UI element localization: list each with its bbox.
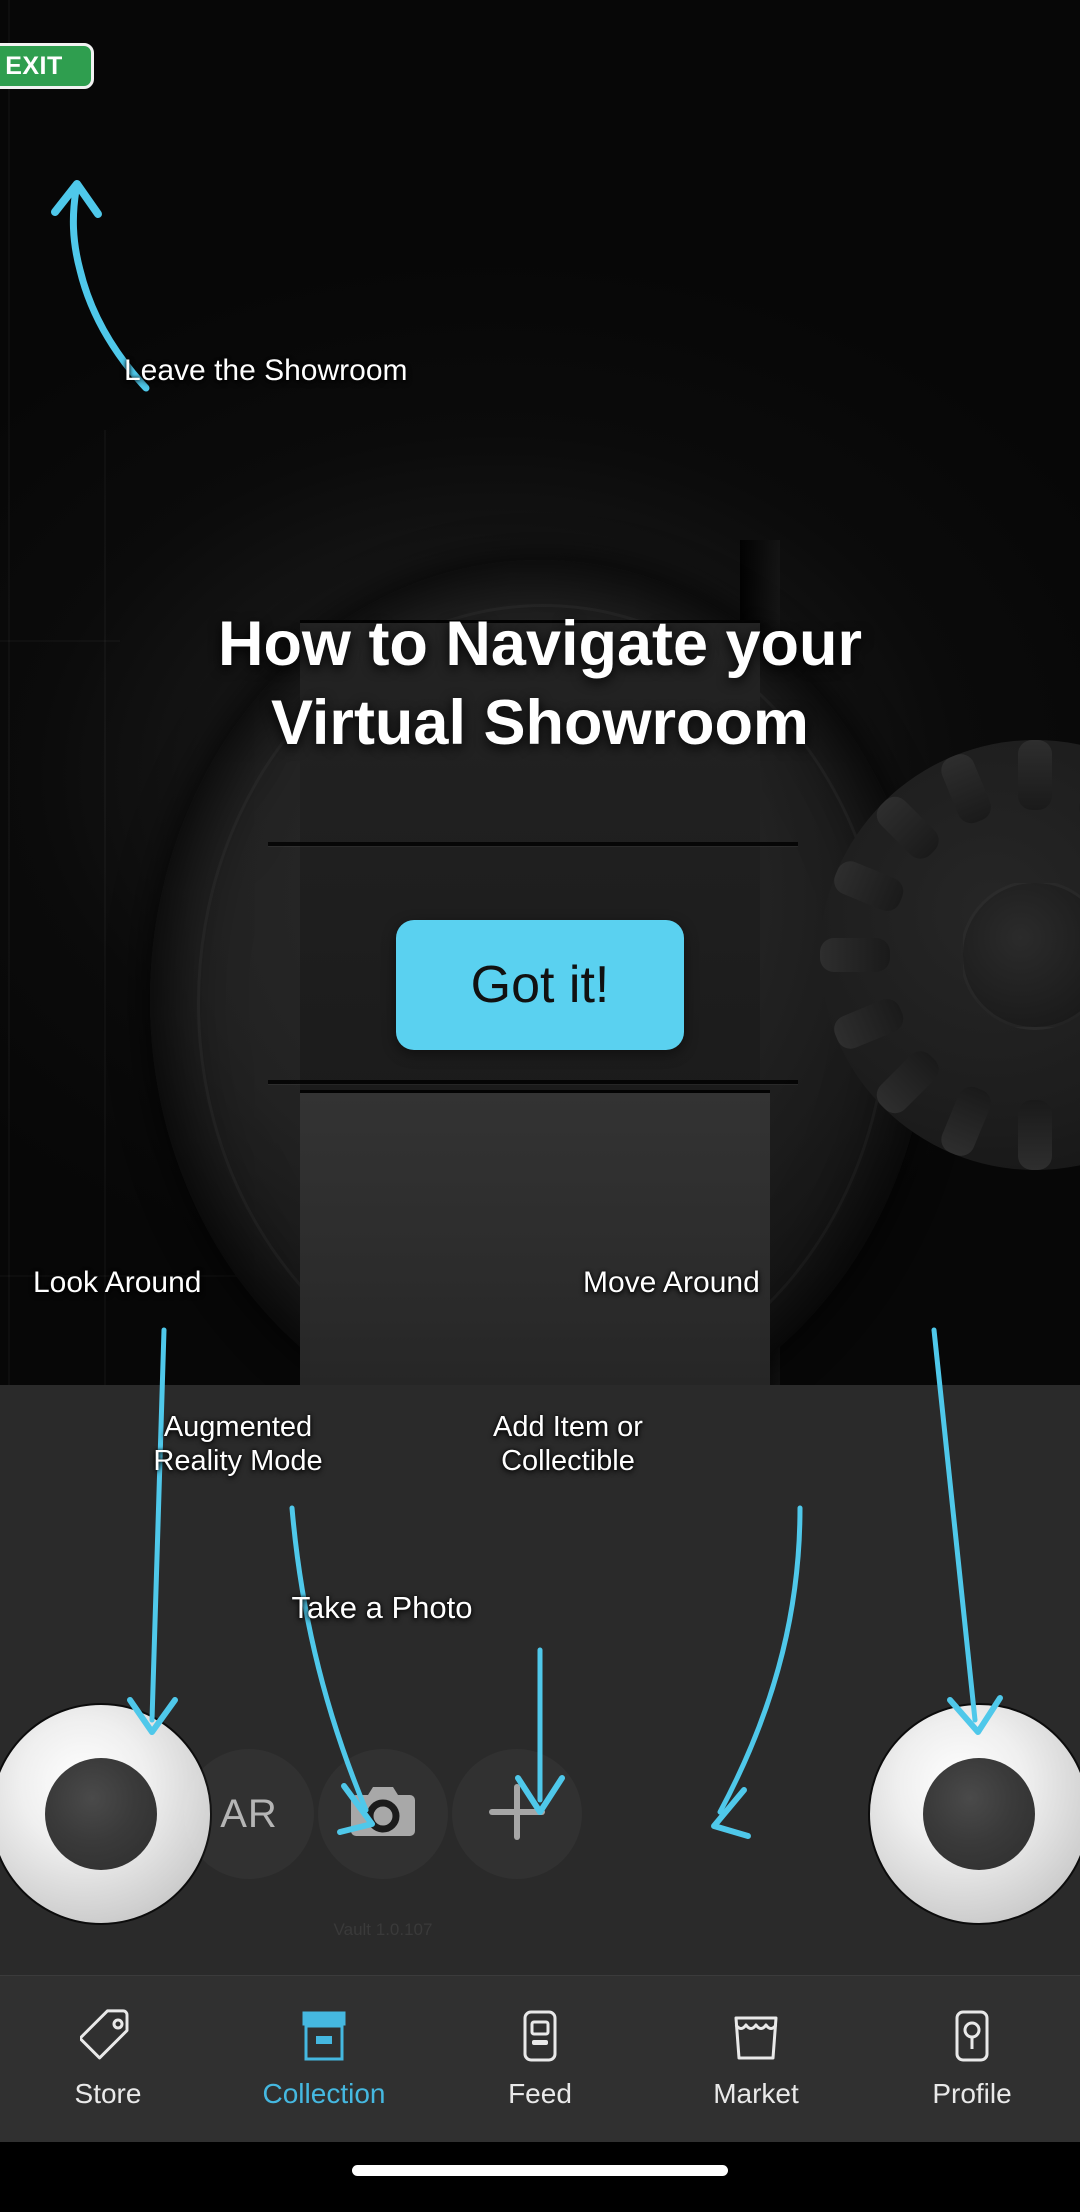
ar-label: AR [220, 1791, 278, 1836]
camera-icon [349, 1783, 417, 1846]
nav-item-feed[interactable]: Feed [432, 1976, 648, 2142]
callout-ar-mode: Augmented Reality Mode [153, 1411, 323, 1478]
nav-label-store: Store [74, 2078, 142, 2109]
nav-item-market[interactable]: Market [648, 1976, 864, 2142]
storefront-icon [728, 2008, 784, 2064]
article-phone-icon [512, 2008, 568, 2064]
vault-lower-section [300, 1090, 770, 1385]
vault-box-icon [296, 2008, 352, 2064]
vault-shelf [268, 1080, 798, 1084]
profile-card-icon [944, 2008, 1000, 2064]
nav-label-feed: Feed [508, 2078, 572, 2109]
got-it-label: Got it! [470, 956, 610, 1014]
nav-item-profile[interactable]: Profile [864, 1976, 1080, 2142]
vault-shelf [268, 842, 798, 846]
joystick-knob[interactable] [45, 1758, 157, 1870]
add-item-button[interactable] [452, 1749, 582, 1879]
nav-label-collection: Collection [262, 2078, 386, 2109]
look-around-joystick[interactable] [0, 1703, 212, 1925]
nav-item-collection[interactable]: Collection [216, 1976, 432, 2142]
vault-gear [820, 740, 1080, 1170]
nav-label-profile: Profile [932, 2078, 1012, 2109]
exit-button[interactable]: EXIT [0, 43, 94, 89]
got-it-button[interactable]: Got it! [396, 920, 684, 1050]
callout-look-around: Look Around [33, 1266, 202, 1299]
vault-gear-hub [960, 880, 1080, 1030]
callout-move-around: Move Around [583, 1266, 760, 1299]
plus-icon [486, 1781, 548, 1848]
tag-icon [78, 2008, 136, 2064]
exit-label: EXIT [5, 51, 63, 80]
bottom-navigation-bar: Store Collection Feed Market Profile [0, 1975, 1080, 2142]
joystick-knob[interactable] [923, 1758, 1035, 1870]
title-line-2: Virtual Showroom [271, 688, 809, 759]
callout-leave-showroom: Leave the Showroom [124, 354, 408, 387]
wall-line [104, 430, 106, 1385]
take-photo-button[interactable] [318, 1749, 448, 1879]
nav-item-store[interactable]: Store [0, 1976, 216, 2142]
callout-add-item: Add Item or Collectible [493, 1411, 643, 1478]
move-around-joystick[interactable] [868, 1703, 1080, 1925]
callout-take-photo: Take a Photo [291, 1590, 473, 1625]
title-line-1: How to Navigate your [217, 609, 863, 679]
ar-mode-button[interactable]: AR [184, 1749, 314, 1879]
home-indicator [352, 2165, 728, 2176]
nav-label-market: Market [713, 2078, 799, 2109]
page-title: How to Navigate your Virtual Showroom [0, 605, 1080, 764]
app-version-label: Vault 1.0.107 [333, 1920, 433, 1939]
